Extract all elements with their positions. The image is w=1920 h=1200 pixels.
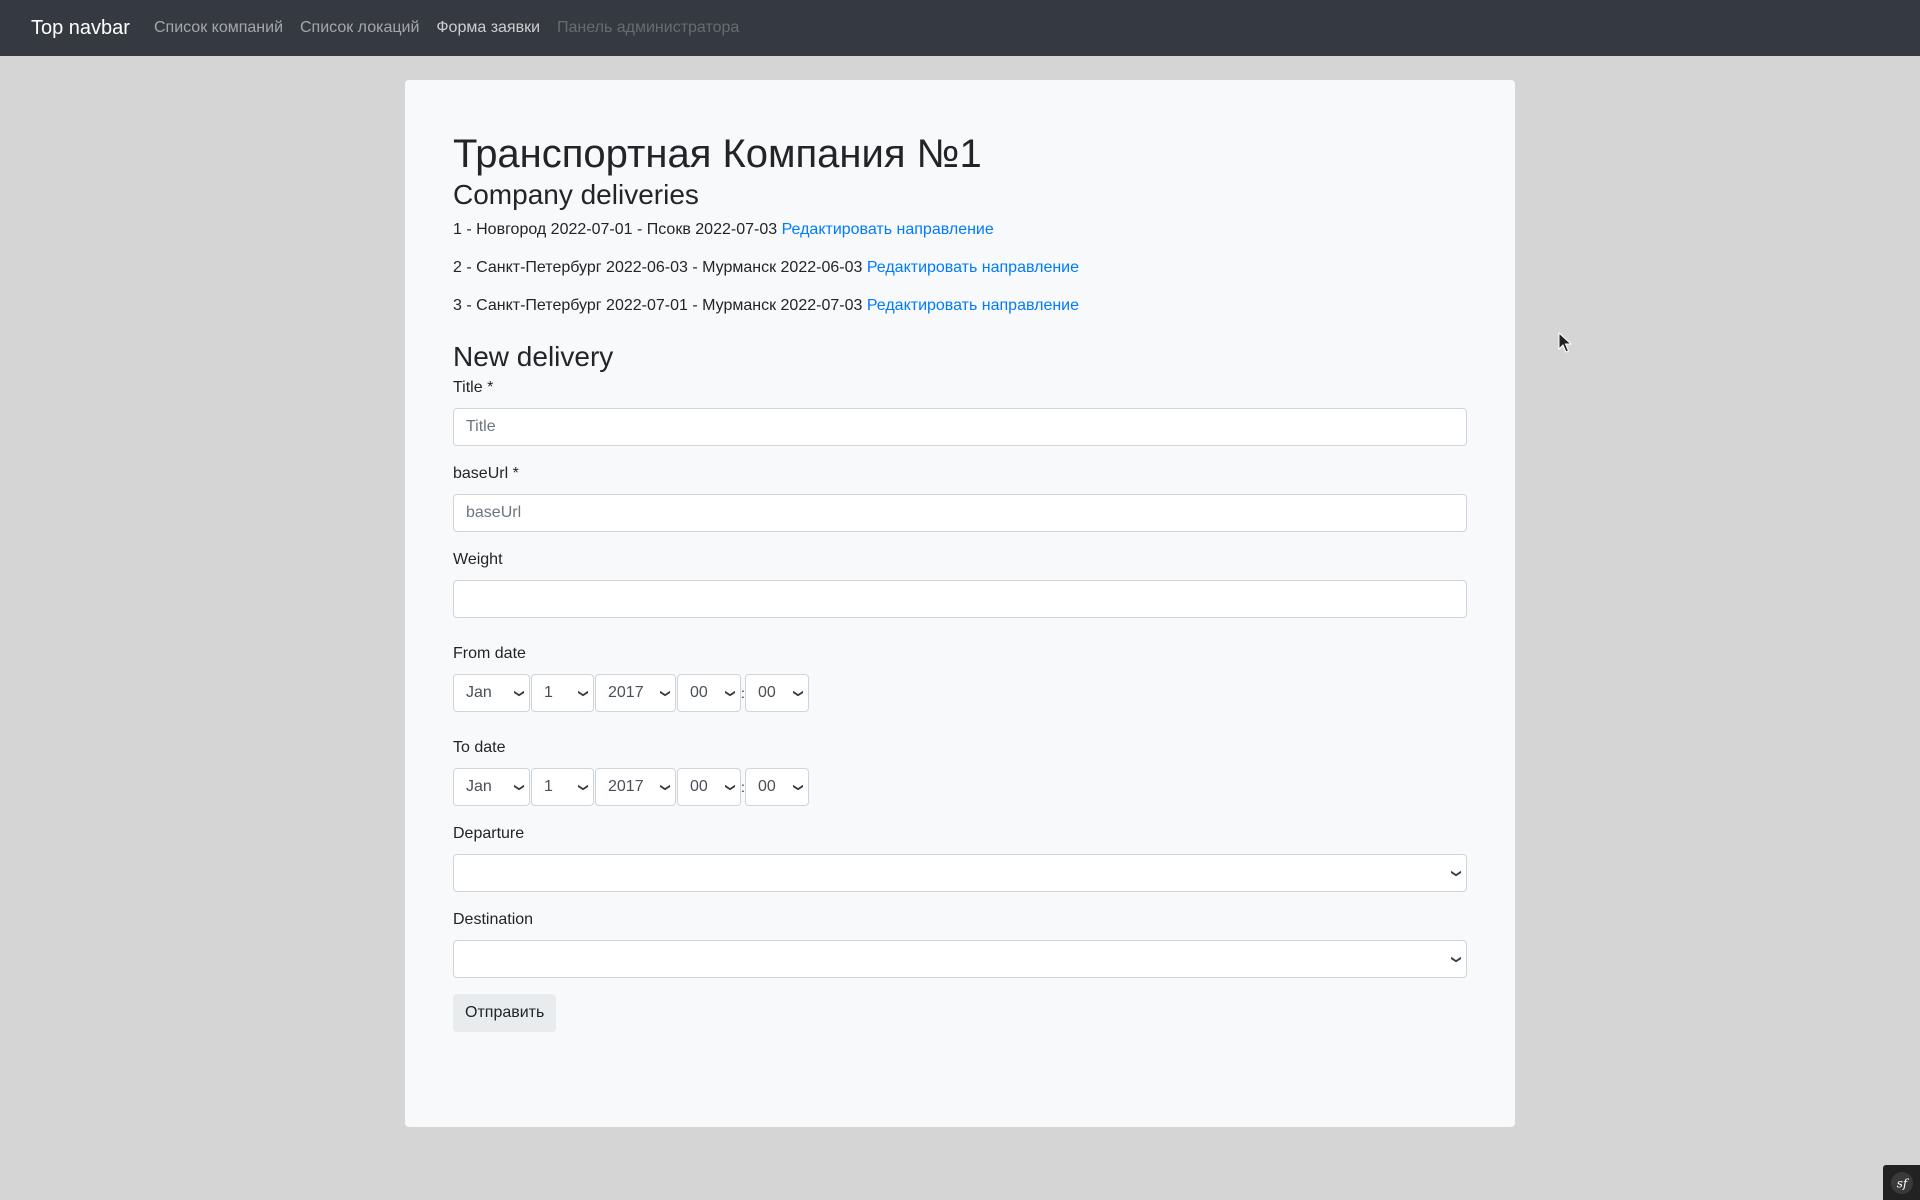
to-hour-select[interactable]: 00 ❯ [677, 768, 741, 806]
delivery-text: 1 - Новгород 2022-07-01 - Псокв 2022-07-… [453, 221, 778, 238]
nav-link-companies[interactable]: Список компаний [154, 19, 283, 37]
symfony-toolbar-button[interactable]: sf [1883, 1165, 1920, 1200]
nav-link-locations[interactable]: Список локаций [300, 19, 419, 37]
destination-label: Destination [453, 911, 534, 928]
title-label: Title * [453, 379, 494, 396]
navbar-brand[interactable]: Top navbar [31, 17, 130, 40]
chevron-down-icon: ❯ [724, 782, 736, 792]
top-navbar: Top navbar Список компаний Список локаци… [0, 0, 1920, 56]
chevron-down-icon: ❯ [1450, 868, 1462, 878]
nav-link-admin-panel: Панель администратора [557, 19, 740, 36]
deliveries-list: 1 - Новгород 2022-07-01 - Псокв 2022-07-… [453, 218, 1467, 318]
baseurl-input[interactable] [453, 494, 1467, 532]
title-group: Title * [453, 376, 1467, 446]
chevron-down-icon: ❯ [724, 688, 736, 698]
nav-link-request-form[interactable]: Форма заявки [436, 19, 540, 37]
baseurl-group: baseUrl * [453, 462, 1467, 532]
new-delivery-form: Title * baseUrl * Weight From date Jan ❯… [453, 376, 1467, 1032]
from-date-selects: Jan ❯ 1 ❯ 2017 ❯ 00 ❯ : 00 ❯ [453, 674, 1467, 712]
delivery-item: 3 - Санкт-Петербург 2022-07-01 - Мурманс… [453, 294, 1467, 318]
to-month-select[interactable]: Jan ❯ [453, 768, 530, 806]
chevron-down-icon: ❯ [659, 782, 671, 792]
delivery-text: 3 - Санкт-Петербург 2022-07-01 - Мурманс… [453, 297, 863, 314]
from-hour-value: 00 [690, 684, 708, 701]
weight-group: Weight [453, 548, 1467, 618]
mouse-pointer-icon [1558, 332, 1572, 353]
chevron-down-icon: ❯ [659, 688, 671, 698]
baseurl-label: baseUrl * [453, 465, 519, 482]
to-day-select[interactable]: 1 ❯ [531, 768, 594, 806]
chevron-down-icon: ❯ [513, 782, 525, 792]
symfony-logo-icon: sf [1890, 1171, 1913, 1194]
chevron-down-icon: ❯ [1450, 954, 1462, 964]
to-day-value: 1 [544, 778, 553, 795]
chevron-down-icon: ❯ [577, 688, 589, 698]
to-date-selects: Jan ❯ 1 ❯ 2017 ❯ 00 ❯ : 00 ❯ [453, 768, 1467, 806]
from-year-select[interactable]: 2017 ❯ [595, 674, 676, 712]
to-hour-value: 00 [690, 778, 708, 795]
to-minute-value: 00 [758, 778, 776, 795]
edit-direction-link[interactable]: Редактировать направление [867, 297, 1079, 314]
from-minute-select[interactable]: 00 ❯ [745, 674, 809, 712]
edit-direction-link[interactable]: Редактировать направление [867, 259, 1079, 276]
from-year-value: 2017 [608, 684, 644, 701]
to-year-value: 2017 [608, 778, 644, 795]
weight-input[interactable] [453, 580, 1467, 618]
edit-direction-link[interactable]: Редактировать направление [782, 221, 994, 238]
chevron-down-icon: ❯ [513, 688, 525, 698]
to-month-value: Jan [466, 778, 492, 795]
destination-select[interactable]: ❯ [453, 940, 1467, 978]
to-minute-select[interactable]: 00 ❯ [745, 768, 809, 806]
departure-label: Departure [453, 825, 525, 842]
departure-group: Departure ❯ [453, 822, 1467, 892]
from-day-select[interactable]: 1 ❯ [531, 674, 594, 712]
to-date-label: To date [453, 739, 506, 756]
from-date-group: From date Jan ❯ 1 ❯ 2017 ❯ 00 ❯ : 00 ❯ [453, 642, 1467, 712]
weight-label: Weight [453, 551, 503, 568]
delivery-item: 2 - Санкт-Петербург 2022-06-03 - Мурманс… [453, 256, 1467, 280]
from-day-value: 1 [544, 684, 553, 701]
company-title: Транспортная Компания №1 [453, 132, 982, 176]
to-date-group: To date Jan ❯ 1 ❯ 2017 ❯ 00 ❯ : 00 ❯ [453, 736, 1467, 806]
from-date-label: From date [453, 645, 526, 662]
destination-group: Destination ❯ [453, 908, 1467, 978]
departure-select[interactable]: ❯ [453, 854, 1467, 892]
title-input[interactable] [453, 408, 1467, 446]
from-month-select[interactable]: Jan ❯ [453, 674, 530, 712]
deliveries-heading: Company deliveries [453, 179, 699, 210]
submit-button[interactable]: Отправить [453, 994, 557, 1032]
to-year-select[interactable]: 2017 ❯ [595, 768, 676, 806]
chevron-down-icon: ❯ [792, 688, 804, 698]
from-hour-select[interactable]: 00 ❯ [677, 674, 741, 712]
from-minute-value: 00 [758, 684, 776, 701]
chevron-down-icon: ❯ [792, 782, 804, 792]
from-month-value: Jan [466, 684, 492, 701]
new-delivery-heading: New delivery [453, 341, 614, 372]
delivery-text: 2 - Санкт-Петербург 2022-06-03 - Мурманс… [453, 259, 863, 276]
chevron-down-icon: ❯ [577, 782, 589, 792]
main-card: Транспортная Компания №1 Company deliver… [405, 80, 1515, 1127]
delivery-item: 1 - Новгород 2022-07-01 - Псокв 2022-07-… [453, 218, 1467, 242]
